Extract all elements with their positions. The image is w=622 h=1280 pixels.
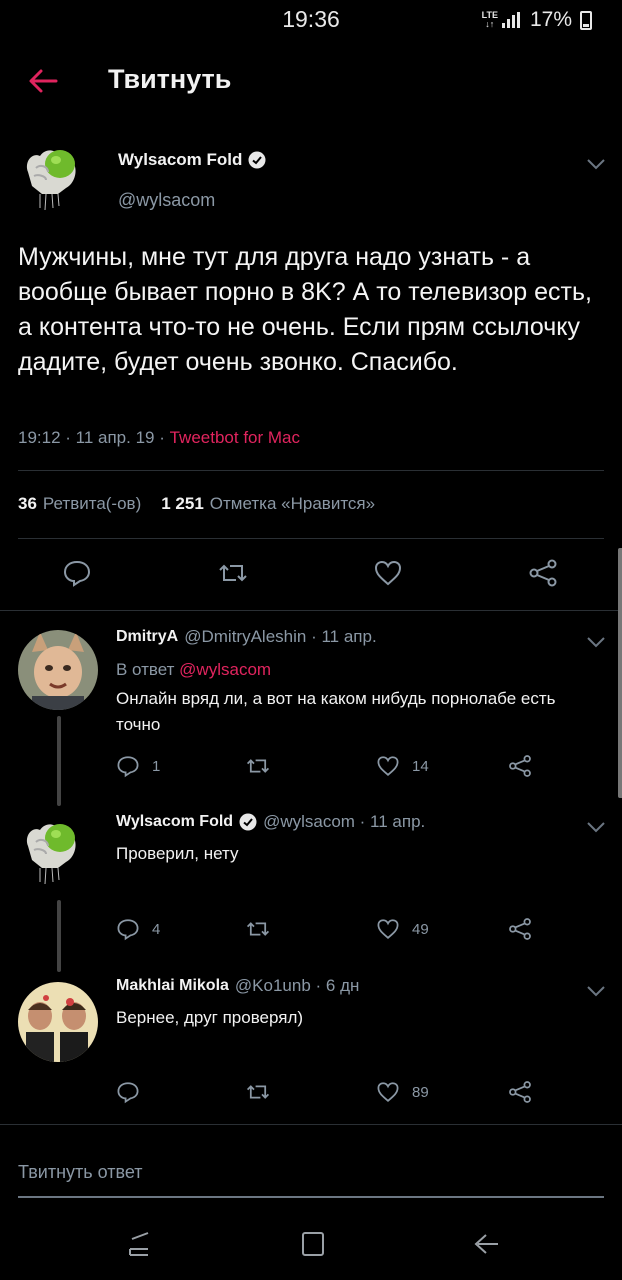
tweet-author[interactable]: Wylsacom Fold — [118, 150, 266, 170]
chevron-down-icon[interactable] — [585, 820, 607, 834]
chevron-down-icon[interactable] — [585, 635, 607, 649]
reply-header: Wylsacom Fold @wylsacom · 11 апр. — [116, 812, 425, 832]
retweet-button[interactable] — [246, 917, 282, 941]
back-arrow-icon[interactable] — [26, 64, 60, 98]
divider — [0, 610, 622, 611]
share-button[interactable] — [508, 917, 532, 941]
reply-text: Вернее, друг проверял) — [116, 1008, 304, 1027]
reply-text: Онлайн вряд ли, а вот на каком нибудь по… — [116, 689, 556, 734]
reply-button[interactable] — [116, 1080, 152, 1104]
retweets-stat[interactable]: 36 Ретвита(-ов) — [18, 494, 141, 514]
retweet-button[interactable] — [246, 754, 282, 778]
thread-line — [57, 716, 61, 806]
top-bar: Твитнуть — [0, 50, 622, 110]
reply-header: Makhlai Mikola @Ko1unb · 6 дн — [116, 976, 359, 996]
reply-handle-date[interactable]: @DmitryAleshin · 11 апр. — [184, 627, 376, 647]
avatar[interactable] — [18, 630, 98, 710]
like-icon[interactable] — [373, 558, 403, 588]
likes-stat[interactable]: 1 251 Отметка «Нравится» — [161, 494, 375, 514]
reply-author-name[interactable]: DmitryA — [116, 628, 178, 646]
like-button[interactable]: 49 — [376, 917, 429, 941]
avatar[interactable] — [18, 982, 98, 1062]
reply-to: В ответ @wylsacom — [116, 660, 272, 679]
retweet-icon[interactable] — [218, 558, 248, 588]
reply-input[interactable]: Твитнуть ответ — [18, 1162, 143, 1183]
reply-input-underline — [18, 1196, 604, 1198]
author-handle[interactable]: @wylsacom — [118, 190, 215, 211]
nav-back-icon[interactable] — [470, 1227, 504, 1261]
system-nav-bar — [0, 1215, 622, 1280]
reply-to-handle[interactable]: @wylsacom — [179, 660, 271, 679]
avatar[interactable] — [18, 138, 82, 212]
home-icon[interactable] — [296, 1227, 330, 1261]
share-icon[interactable] — [528, 558, 558, 588]
reply-handle-date[interactable]: @Ko1unb · 6 дн — [235, 976, 359, 996]
reply-header: DmitryA @DmitryAleshin · 11 апр. — [116, 627, 377, 647]
tweet-stats: 36 Ретвита(-ов) 1 251 Отметка «Нравится» — [18, 494, 375, 514]
tweet-text: Мужчины, мне тут для друга надо узнать -… — [18, 243, 592, 376]
chevron-down-icon[interactable] — [585, 157, 607, 171]
tweet-timestamp: 19:12 · 11 апр. 19 · — [18, 428, 170, 447]
tweet-meta: 19:12 · 11 апр. 19 · Tweetbot for Mac — [18, 428, 300, 448]
divider — [0, 1124, 622, 1125]
share-button[interactable] — [508, 754, 532, 778]
reply-author-name[interactable]: Wylsacom Fold — [116, 813, 233, 831]
divider — [18, 538, 604, 539]
reply-author-name[interactable]: Makhlai Mikola — [116, 977, 229, 995]
scrollbar[interactable] — [618, 548, 622, 798]
verified-badge-icon — [239, 813, 257, 831]
tweet-source[interactable]: Tweetbot for Mac — [170, 428, 300, 447]
signal-icon — [501, 12, 520, 28]
reply-button[interactable]: 4 — [116, 917, 160, 941]
avatar[interactable] — [18, 812, 82, 886]
battery-icon — [580, 10, 592, 30]
reply-icon[interactable] — [62, 558, 92, 588]
thread-line — [57, 900, 61, 972]
like-button[interactable]: 89 — [376, 1080, 429, 1104]
network-indicator: LTE ↓↑ — [481, 10, 498, 29]
retweet-button[interactable] — [246, 1080, 282, 1104]
verified-badge-icon — [248, 151, 266, 169]
reply-handle-date[interactable]: @wylsacom · 11 апр. — [263, 812, 425, 832]
chevron-down-icon[interactable] — [585, 984, 607, 998]
share-button[interactable] — [508, 1080, 532, 1104]
recent-apps-icon[interactable] — [122, 1227, 156, 1261]
like-button[interactable]: 14 — [376, 754, 429, 778]
status-indicators: LTE ↓↑ 17% — [482, 8, 592, 32]
author-name[interactable]: Wylsacom Fold — [118, 150, 242, 170]
divider — [18, 470, 604, 471]
battery-percent: 17% — [529, 8, 572, 31]
reply-text: Проверил, нету — [116, 844, 239, 863]
status-bar: 19:36 LTE ↓↑ 17% — [0, 0, 622, 40]
page-title: Твитнуть — [108, 64, 232, 94]
reply-button[interactable]: 1 — [116, 754, 160, 778]
